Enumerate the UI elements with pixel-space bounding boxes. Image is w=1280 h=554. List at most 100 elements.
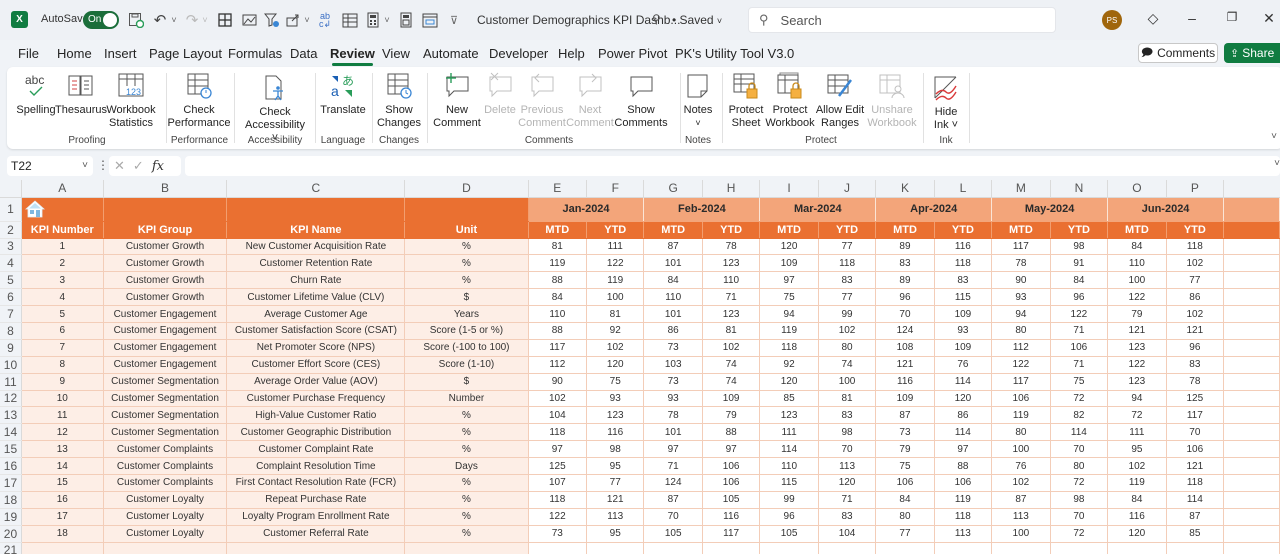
ytd-value-cell[interactable]: 95 [586, 525, 645, 543]
mtd-value-cell[interactable]: 90 [528, 373, 588, 391]
ytd-value-cell[interactable]: 123 [702, 254, 761, 273]
mtd-value-cell[interactable]: 107 [528, 474, 588, 492]
ytd-value-cell[interactable]: 72 [1050, 474, 1109, 492]
ytd-value-cell[interactable]: 121 [586, 491, 645, 509]
mtd-value-cell[interactable]: 108 [875, 339, 935, 357]
header-cell[interactable] [1223, 221, 1280, 239]
undo-icon[interactable]: ↶ [152, 10, 168, 30]
ytd-value-cell[interactable]: 109 [702, 390, 761, 408]
mtd-value-cell[interactable]: 77 [875, 525, 935, 543]
mtd-value-cell[interactable]: 73 [643, 339, 703, 357]
mtd-value-cell[interactable]: 93 [991, 288, 1051, 307]
comments-button[interactable]: 🗩 Comments [1138, 43, 1218, 63]
unit-cell[interactable]: % [404, 440, 529, 459]
kpi-number-cell[interactable]: 7 [21, 339, 104, 357]
column-header[interactable]: J [818, 180, 877, 198]
column-header[interactable]: P [1166, 180, 1225, 198]
ytd-value-cell[interactable]: 120 [818, 474, 877, 492]
kpi-name-cell[interactable]: Customer Complaint Rate [226, 440, 406, 459]
mtd-value-cell[interactable]: 117 [991, 373, 1051, 391]
restore-icon[interactable]: ❐ [1222, 10, 1242, 24]
unit-cell[interactable]: % [404, 508, 529, 526]
ytd-label[interactable]: YTD [1166, 221, 1225, 239]
mtd-value-cell[interactable]: 122 [528, 508, 588, 526]
column-header[interactable]: O [1107, 180, 1167, 198]
kpi-group-cell[interactable]: Customer Engagement [103, 305, 228, 323]
kpi-group-cell[interactable]: Customer Complaints [103, 457, 228, 475]
row-header[interactable]: 9 [0, 339, 22, 357]
tab-pk-utility-tool[interactable]: PK's Utility Tool V3.0 [675, 46, 794, 61]
ytd-label[interactable]: YTD [586, 221, 645, 239]
mtd-value-cell[interactable]: 114 [759, 440, 819, 459]
ytd-value-cell[interactable]: 88 [934, 457, 993, 475]
kpi-number-cell[interactable]: 12 [21, 423, 104, 442]
unit-cell[interactable]: % [404, 423, 529, 442]
mtd-value-cell[interactable]: 103 [643, 356, 703, 374]
insert-function-icon[interactable]: fx [152, 159, 164, 174]
cancel-entry-icon[interactable]: ✕ [114, 158, 125, 174]
kpi-group-cell[interactable]: Customer Complaints [103, 474, 228, 492]
mtd-value-cell[interactable]: 89 [875, 271, 935, 290]
mtd-value-cell[interactable]: 83 [875, 254, 935, 273]
ytd-value-cell[interactable]: 100 [586, 288, 645, 307]
unit-cell[interactable]: Score (1-10) [404, 356, 529, 374]
customize-qat-icon[interactable]: ⊽ [449, 10, 459, 30]
kpi-name-cell[interactable]: Complaint Resolution Time [226, 457, 406, 475]
kpi-name-cell[interactable]: Customer Purchase Frequency [226, 390, 406, 408]
ytd-value-cell[interactable]: 70 [1166, 423, 1225, 442]
mtd-value-cell[interactable]: 110 [528, 305, 588, 323]
column-header[interactable]: C [226, 180, 406, 198]
expand-formula-bar-icon[interactable]: ˅ [1274, 158, 1280, 169]
row-header[interactable]: 8 [0, 322, 22, 340]
kpi-name-cell[interactable]: Net Promoter Score (NPS) [226, 339, 406, 357]
kpi-group-cell[interactable]: Customer Growth [103, 288, 228, 307]
ytd-value-cell[interactable]: 105 [702, 491, 761, 509]
kpi-group-cell[interactable]: Customer Engagement [103, 356, 228, 374]
mtd-value-cell[interactable]: 112 [528, 356, 588, 374]
mtd-value-cell[interactable]: 76 [991, 457, 1051, 475]
column-header[interactable]: B [103, 180, 228, 198]
mtd-label[interactable]: MTD [759, 221, 819, 239]
mtd-value-cell[interactable]: 73 [643, 373, 703, 391]
kpi-group-cell[interactable]: Customer Engagement [103, 322, 228, 340]
form-icon[interactable] [341, 10, 359, 30]
tab-data[interactable]: Data [290, 46, 317, 61]
mtd-value-cell[interactable]: 84 [643, 271, 703, 290]
mtd-label[interactable]: MTD [1107, 221, 1167, 239]
formula-input[interactable]: ˅ [185, 156, 1280, 176]
column-label[interactable]: KPI Number [21, 221, 104, 239]
mtd-value-cell[interactable]: 117 [991, 238, 1051, 256]
ytd-value-cell[interactable]: 114 [1050, 423, 1109, 442]
empty-cell[interactable] [1223, 474, 1280, 492]
unit-cell[interactable]: $ [404, 373, 529, 391]
mtd-value-cell[interactable]: 70 [875, 305, 935, 323]
empty-cell[interactable] [1223, 339, 1280, 357]
row-header[interactable]: 19 [0, 508, 22, 526]
unit-cell[interactable]: % [404, 271, 529, 290]
kpi-name-cell[interactable]: Loyalty Program Enrollment Rate [226, 508, 406, 526]
mtd-value-cell[interactable]: 118 [759, 339, 819, 357]
empty-cell[interactable] [1223, 305, 1280, 323]
mtd-value-cell[interactable]: 112 [991, 339, 1051, 357]
ytd-value-cell[interactable]: 122 [586, 254, 645, 273]
kpi-name-cell[interactable]: Churn Rate [226, 271, 406, 290]
ytd-value-cell[interactable]: 116 [586, 423, 645, 442]
formula-bar-grip-icon[interactable]: ⋮ [97, 158, 109, 172]
ytd-value-cell[interactable]: 81 [818, 390, 877, 408]
ytd-value-cell[interactable]: 123 [702, 305, 761, 323]
empty-cell[interactable] [1223, 508, 1280, 526]
mtd-value-cell[interactable]: 93 [643, 390, 703, 408]
kpi-name-cell[interactable]: Average Order Value (AOV) [226, 373, 406, 391]
empty-cell[interactable] [404, 542, 529, 554]
share-dropdown-icon[interactable]: ˅ [303, 10, 311, 30]
ytd-value-cell[interactable]: 80 [1050, 457, 1109, 475]
mtd-value-cell[interactable]: 75 [875, 457, 935, 475]
header-cell[interactable] [103, 197, 228, 222]
mtd-value-cell[interactable]: 90 [991, 271, 1051, 290]
unit-cell[interactable]: % [404, 406, 529, 425]
row-header[interactable]: 2 [0, 221, 22, 239]
kpi-number-cell[interactable]: 17 [21, 508, 104, 526]
unit-cell[interactable]: Days [404, 457, 529, 475]
share-export-icon[interactable] [285, 10, 301, 30]
mtd-value-cell[interactable]: 97 [759, 271, 819, 290]
